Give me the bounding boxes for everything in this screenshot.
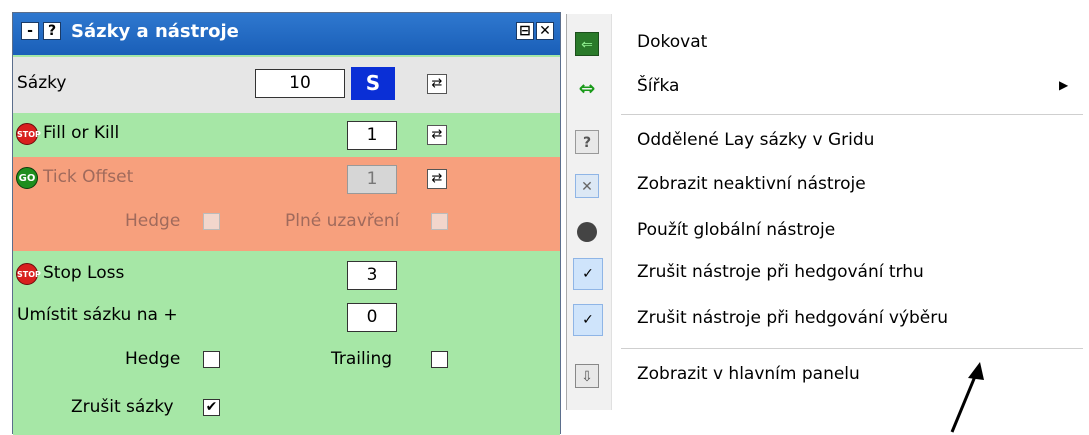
tick-offset-hedge-label: Hedge <box>125 211 181 231</box>
stop-loss-input[interactable]: 3 <box>347 261 397 290</box>
place-bet-label: Umístit sázku na + <box>17 305 178 325</box>
menu-separator <box>621 114 1083 115</box>
menu-item-cancel-on-selection-hedge[interactable]: ✓ Zrušit nástroje při hedgování výběru <box>567 300 1087 340</box>
menu-item-width[interactable]: ⇔ Šířka ▶ <box>567 68 1087 108</box>
stop-loss-stop-icon[interactable]: STOP <box>16 263 41 285</box>
question-icon: ? <box>575 130 599 154</box>
minimize-button[interactable]: - <box>21 22 39 40</box>
stop-loss-section: STOP Stop Loss 3 Umístit sázku na + 0 He… <box>13 251 560 435</box>
close-button[interactable]: ✕ <box>536 22 554 40</box>
menu-item-label: Dokovat <box>637 32 708 52</box>
stop-icon[interactable]: STOP <box>16 123 41 145</box>
stake-label: Sázky <box>17 73 67 93</box>
menu-item-label: Zrušit nástroje při hedgování výběru <box>637 308 949 328</box>
menu-item-separate-lay[interactable]: ? Oddělené Lay sázky v Gridu <box>567 122 1087 162</box>
check-icon: ✓ <box>573 258 603 290</box>
context-menu: ⇐ Dokovat ⇔ Šířka ▶ ? Oddělené Lay sázky… <box>566 14 1087 410</box>
stake-input[interactable]: 10 <box>255 69 345 98</box>
width-arrows-icon: ⇔ <box>578 76 596 100</box>
stake-row: Sázky 10 S ⇄ <box>13 57 560 114</box>
menu-separator <box>621 348 1083 349</box>
tick-offset-refresh-icon[interactable]: ⇄ <box>427 169 447 189</box>
submenu-arrow-icon: ▶ <box>1059 78 1069 92</box>
stop-loss-hedge-checkbox[interactable] <box>203 351 220 368</box>
stake-refresh-icon[interactable]: ⇄ <box>427 74 447 94</box>
menu-item-cancel-on-market-hedge[interactable]: ✓ Zrušit nástroje při hedgování trhu <box>567 254 1087 294</box>
menu-item-show-in-main-panel[interactable]: ⇩ Zobrazit v hlavním panelu <box>567 356 1087 396</box>
globe-icon <box>577 222 597 242</box>
full-close-label: Plné uzavření <box>285 211 400 231</box>
cancel-bets-checkbox[interactable]: ✔ <box>203 399 220 416</box>
annotation-arrow <box>950 362 984 433</box>
menu-item-dock[interactable]: ⇐ Dokovat <box>567 24 1087 64</box>
full-close-checkbox[interactable] <box>431 213 448 230</box>
stop-loss-hedge-label: Hedge <box>125 349 181 369</box>
menu-item-label: Zobrazit v hlavním panelu <box>637 364 860 384</box>
dock-left-icon: ⇐ <box>575 32 599 56</box>
menu-item-global-tools[interactable]: Použít globální nástroje <box>567 212 1087 252</box>
fill-or-kill-refresh-icon[interactable]: ⇄ <box>427 125 447 145</box>
menu-item-show-inactive[interactable]: ✕ Zobrazit neaktivní nástroje <box>567 166 1087 206</box>
menu-item-label: Oddělené Lay sázky v Gridu <box>637 130 875 150</box>
panel-title: Sázky a nástroje <box>71 21 239 42</box>
s-button[interactable]: S <box>351 67 395 100</box>
place-bet-input[interactable]: 0 <box>347 303 397 332</box>
tools-panel: - ? Sázky a nástroje ⊟ ✕ Sázky 10 S ⇄ ST… <box>12 12 561 435</box>
trailing-label: Trailing <box>331 349 393 369</box>
trailing-checkbox[interactable] <box>431 351 448 368</box>
down-arrow-icon: ⇩ <box>575 364 599 388</box>
dock-button[interactable]: ⊟ <box>516 22 534 40</box>
go-icon[interactable]: GO <box>16 167 38 189</box>
fill-or-kill-input[interactable]: 1 <box>347 121 397 150</box>
stop-loss-label: Stop Loss <box>43 263 125 283</box>
help-button[interactable]: ? <box>43 22 61 40</box>
tools-icon: ✕ <box>575 174 599 198</box>
check-icon: ✓ <box>573 304 603 336</box>
fill-or-kill-row: STOP Fill or Kill 1 ⇄ <box>13 113 560 158</box>
panel-titlebar: - ? Sázky a nástroje ⊟ ✕ <box>13 13 560 55</box>
cancel-bets-label: Zrušit sázky <box>71 397 174 417</box>
tick-offset-hedge-checkbox[interactable] <box>203 213 220 230</box>
tick-offset-input[interactable]: 1 <box>347 165 397 194</box>
menu-item-label: Zrušit nástroje při hedgování trhu <box>637 262 924 282</box>
fill-or-kill-label: Fill or Kill <box>43 123 120 143</box>
menu-item-label: Použít globální nástroje <box>637 220 836 240</box>
menu-item-label: Zobrazit neaktivní nástroje <box>637 174 866 194</box>
tick-offset-section: GO Tick Offset 1 ⇄ Hedge Plné uzavření <box>13 157 560 252</box>
menu-item-label: Šířka <box>637 76 680 96</box>
tick-offset-label: Tick Offset <box>43 167 134 187</box>
